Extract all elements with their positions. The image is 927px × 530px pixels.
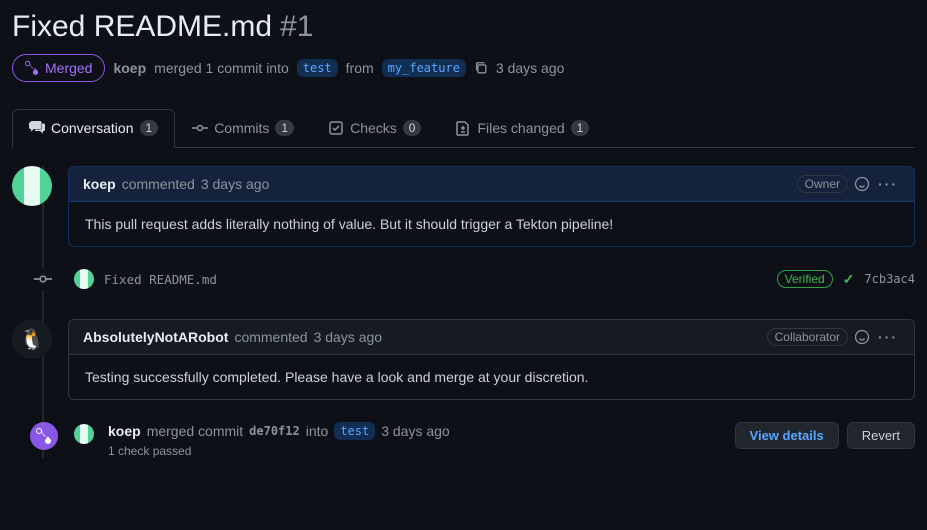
- commit-message[interactable]: Fixed README.md: [104, 272, 767, 287]
- tab-conversation[interactable]: Conversation 1: [12, 109, 175, 148]
- checklist-icon: [328, 120, 344, 136]
- comment-header: koep commented 3 days ago Owner ···: [69, 167, 914, 202]
- smiley-icon[interactable]: [854, 329, 870, 345]
- avatar[interactable]: [74, 424, 94, 444]
- avatar[interactable]: [74, 269, 94, 289]
- tab-checks-count: 0: [403, 120, 422, 136]
- tab-commits-count: 1: [275, 120, 294, 136]
- merge-sha[interactable]: de70f12: [249, 424, 300, 438]
- comment-header: AbsolutelyNotARobot commented 3 days ago…: [69, 320, 914, 355]
- comment-block: 🐧 AbsolutelyNotARobot commented 3 days a…: [12, 319, 915, 400]
- smiley-icon[interactable]: [854, 176, 870, 192]
- merge-time[interactable]: 3 days ago: [381, 423, 450, 439]
- merge-event-badge: [30, 422, 58, 450]
- merge-into: into: [306, 423, 329, 439]
- tab-commits-label: Commits: [214, 120, 269, 136]
- tab-commits[interactable]: Commits 1: [175, 109, 311, 148]
- tab-files-count: 1: [571, 120, 590, 136]
- comment-author[interactable]: koep: [83, 176, 116, 192]
- meta-action: merged 1 commit into: [154, 60, 289, 76]
- avatar[interactable]: [12, 166, 52, 206]
- base-branch[interactable]: test: [297, 59, 338, 77]
- pr-number: #1: [280, 10, 313, 44]
- merge-icon: [36, 428, 52, 444]
- comment-discussion-icon: [29, 120, 45, 136]
- commit-event: Fixed README.md Verified ✓ 7cb3ac4: [12, 269, 915, 289]
- comment-when[interactable]: 3 days ago: [201, 176, 270, 192]
- comment-when[interactable]: 3 days ago: [314, 329, 383, 345]
- pr-title: Fixed README.md: [12, 10, 272, 44]
- comment-box: AbsolutelyNotARobot commented 3 days ago…: [68, 319, 915, 400]
- tab-conversation-label: Conversation: [51, 120, 134, 136]
- tab-checks[interactable]: Checks 0: [311, 109, 438, 148]
- role-badge-collaborator: Collaborator: [767, 328, 848, 346]
- state-badge-label: Merged: [45, 60, 92, 76]
- merge-branch[interactable]: test: [334, 422, 375, 440]
- merge-text-block: koep merged commit de70f12 into test 3 d…: [108, 422, 450, 458]
- check-icon: ✓: [843, 271, 855, 288]
- tab-checks-label: Checks: [350, 120, 397, 136]
- comment-box: koep commented 3 days ago Owner ··· This…: [68, 166, 915, 247]
- merge-icon: [25, 61, 39, 75]
- comment-when-prefix: commented: [122, 176, 195, 192]
- comment-when-prefix: commented: [234, 329, 307, 345]
- timeline: koep commented 3 days ago Owner ··· This…: [12, 148, 915, 458]
- verified-badge[interactable]: Verified: [777, 270, 833, 288]
- merge-author[interactable]: koep: [108, 423, 141, 439]
- tabnav: Conversation 1 Commits 1 Checks 0 Files …: [12, 108, 915, 148]
- comment-body: Testing successfully completed. Please h…: [69, 355, 914, 399]
- tab-files[interactable]: Files changed 1: [438, 109, 606, 148]
- role-badge-owner: Owner: [797, 175, 848, 193]
- copy-icon[interactable]: [474, 61, 488, 75]
- kebab-icon[interactable]: ···: [876, 176, 900, 192]
- checks-passed[interactable]: 1 check passed: [108, 444, 450, 458]
- head-branch[interactable]: my_feature: [382, 59, 466, 77]
- merge-text: merged commit: [147, 423, 243, 439]
- kebab-icon[interactable]: ···: [876, 329, 900, 345]
- meta-author[interactable]: koep: [113, 60, 146, 76]
- pr-meta-row: Merged koep merged 1 commit into test fr…: [12, 54, 915, 82]
- comment-body: This pull request adds literally nothing…: [69, 202, 914, 246]
- view-details-button[interactable]: View details: [735, 422, 839, 449]
- state-badge-merged: Merged: [12, 54, 105, 82]
- commit-sha[interactable]: 7cb3ac4: [864, 272, 915, 286]
- merge-actions: View details Revert: [735, 422, 915, 449]
- git-commit-icon: [34, 270, 52, 288]
- file-diff-icon: [455, 120, 471, 136]
- avatar[interactable]: 🐧: [12, 319, 52, 359]
- tab-conversation-count: 1: [140, 120, 159, 136]
- comment-block: koep commented 3 days ago Owner ··· This…: [12, 166, 915, 247]
- tab-files-label: Files changed: [477, 120, 564, 136]
- pr-title-row: Fixed README.md #1: [12, 10, 915, 44]
- meta-time: 3 days ago: [496, 60, 565, 76]
- commit-event-icon: [32, 268, 54, 290]
- git-commit-icon: [192, 120, 208, 136]
- comment-author[interactable]: AbsolutelyNotARobot: [83, 329, 228, 345]
- meta-from: from: [346, 60, 374, 76]
- revert-button[interactable]: Revert: [847, 422, 915, 449]
- merge-event: koep merged commit de70f12 into test 3 d…: [12, 422, 915, 458]
